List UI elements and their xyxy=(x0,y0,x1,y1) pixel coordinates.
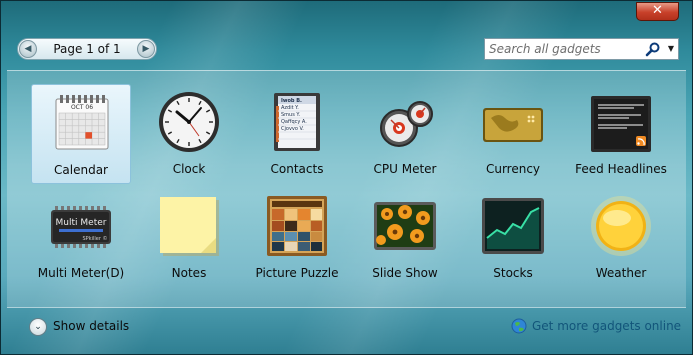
currency-icon xyxy=(481,90,545,154)
gadget-tile-contacts[interactable]: Iwob B. Azdit Y. Smus Y. Qaffqcy A. Cjov… xyxy=(247,84,347,184)
gadget-tile-stocks[interactable]: Stocks xyxy=(463,188,563,288)
weather-icon xyxy=(589,194,653,258)
search-options-dropdown[interactable]: ▼ xyxy=(664,41,678,57)
chevron-down-icon[interactable]: ⌄ xyxy=(29,318,47,336)
cpu-meter-icon xyxy=(373,90,437,154)
gadget-label: Clock xyxy=(172,162,206,176)
search-icon[interactable] xyxy=(645,41,661,57)
gadget-label: Contacts xyxy=(270,162,324,176)
contact-name: Smus Y. xyxy=(281,112,300,118)
contact-name: Azdit Y. xyxy=(281,105,299,111)
gadget-tile-feed-headlines[interactable]: Feed Headlines xyxy=(571,84,671,184)
gadget-label: Stocks xyxy=(493,266,533,280)
show-details-label[interactable]: Show details xyxy=(53,319,129,333)
footer: ⌄ Show details Get more gadgets online xyxy=(9,311,684,341)
clock-icon xyxy=(157,90,221,154)
gadget-grid: OCT 06 Calendar Clock Iwob B. Azdit Y. S… xyxy=(7,70,686,308)
contacts-icon: Iwob B. Azdit Y. Smus Y. Qaffqcy A. Cjov… xyxy=(265,90,329,154)
stocks-icon xyxy=(481,194,545,258)
gadget-tile-slide-show[interactable]: Slide Show xyxy=(355,188,455,288)
gadget-tile-currency[interactable]: Currency xyxy=(463,84,563,184)
gadget-tile-weather[interactable]: Weather xyxy=(571,188,671,288)
gadget-label: Currency xyxy=(485,162,541,176)
slide-show-icon xyxy=(373,194,437,258)
gadget-label: CPU Meter xyxy=(373,162,437,176)
gadget-label: Slide Show xyxy=(372,266,438,280)
calendar-icon: OCT 06 xyxy=(50,91,114,155)
page-navigator: ◀ Page 1 of 1 ▶ xyxy=(17,38,157,60)
previous-page-button[interactable]: ◀ xyxy=(19,40,37,58)
contact-name: Iwob B. xyxy=(281,98,302,104)
gadget-label: Feed Headlines xyxy=(575,162,667,176)
close-button[interactable]: ✕ xyxy=(636,2,679,21)
get-more-gadgets-label[interactable]: Get more gadgets online xyxy=(532,319,681,333)
page-indicator: Page 1 of 1 xyxy=(53,42,121,56)
gadget-tile-clock[interactable]: Clock xyxy=(139,84,239,184)
gadget-label: Weather xyxy=(595,266,647,280)
chip-credit: SPkiller © xyxy=(83,235,108,242)
contact-name: Cjovvo V. xyxy=(281,126,304,132)
globe-icon xyxy=(511,318,527,334)
gadget-tile-calendar[interactable]: OCT 06 Calendar xyxy=(31,84,131,184)
chip-title: Multi Meter xyxy=(56,218,107,228)
multi-meter-icon: Multi Meter SPkiller © xyxy=(49,194,113,258)
search-box: ▼ xyxy=(484,38,679,60)
calendar-month-text: OCT 06 xyxy=(71,104,93,111)
notes-icon xyxy=(157,194,221,258)
feed-headlines-icon xyxy=(589,90,653,154)
contact-name: Qaffqcy A. xyxy=(281,119,307,125)
gadget-tile-multi-meter[interactable]: Multi Meter SPkiller © Multi Meter(D) xyxy=(31,188,131,288)
picture-puzzle-icon xyxy=(265,194,329,258)
gadget-label: Picture Puzzle xyxy=(255,266,339,280)
search-input[interactable] xyxy=(489,41,639,57)
next-page-button[interactable]: ▶ xyxy=(137,40,155,58)
gadget-label: Calendar xyxy=(54,163,108,177)
gadget-label: Multi Meter(D) xyxy=(37,266,125,280)
gadget-tile-notes[interactable]: Notes xyxy=(139,188,239,288)
gadget-tile-picture-puzzle[interactable]: Picture Puzzle xyxy=(247,188,347,288)
gadget-tile-cpu-meter[interactable]: CPU Meter xyxy=(355,84,455,184)
gadget-gallery-window: ✕ ◀ Page 1 of 1 ▶ ▼ OCT 06 xyxy=(0,0,693,355)
gadget-label: Notes xyxy=(171,266,207,280)
toolbar: ◀ Page 1 of 1 ▶ ▼ xyxy=(9,32,684,68)
